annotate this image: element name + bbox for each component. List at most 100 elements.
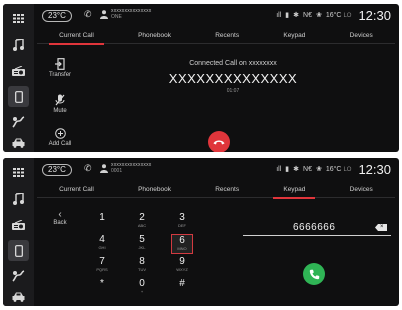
bluetooth-icon: ✱ — [293, 12, 300, 19]
back-arrow-icon: ‹ — [58, 209, 62, 220]
key-3[interactable]: 3 DEF — [171, 212, 193, 232]
signal-icon: ıll — [276, 165, 282, 173]
status-bar: 23°C ✆ xxxxxxxxxxxxxxx 0001 ıll ▮ ✱ N€ ❀… — [34, 158, 399, 182]
outside-temperature[interactable]: 23°C — [42, 164, 72, 176]
key-letters: WXYZ — [176, 267, 188, 272]
phone-icon[interactable] — [8, 240, 29, 261]
dialed-number-field[interactable]: 6666666 × — [243, 222, 391, 236]
radio-icon[interactable] — [8, 214, 29, 235]
key-star[interactable]: * — [91, 278, 113, 298]
status-bar: 23°C ✆ xxxxxxxxxxxxxxx ONE ıll ▮ ✱ N€ ❀ … — [34, 4, 399, 28]
key-digit: 4 — [99, 234, 105, 245]
call-timer: 01:07 — [226, 88, 240, 94]
navigation-icon[interactable] — [8, 111, 29, 132]
transfer-icon — [55, 58, 65, 70]
bluetooth-phone-icon: ✆ — [84, 163, 92, 173]
key-digit: 2 — [139, 212, 145, 223]
phone-tabs: Current Call Phonebook Recents Keypad De… — [37, 184, 395, 199]
music-icon[interactable] — [8, 34, 29, 55]
current-call-screen: 23°C ✆ xxxxxxxxxxxxxxx ONE ıll ▮ ✱ N€ ❀ … — [3, 4, 399, 152]
call-status: Connected Call on xxxxxxxx — [189, 60, 277, 67]
tab-recents[interactable]: Recents — [205, 30, 249, 43]
person-icon — [100, 10, 108, 19]
side-rail — [3, 4, 34, 152]
key-digit: 8 — [139, 256, 145, 267]
key-8[interactable]: 8 TUV — [131, 256, 153, 276]
key-digit: * — [100, 278, 104, 289]
end-call-button[interactable] — [208, 131, 230, 152]
key-letters: TUV — [138, 267, 146, 272]
key-digit: 5 — [139, 234, 145, 245]
right-temperature: 16°C LO — [325, 11, 352, 19]
key-0[interactable]: 0 + — [131, 278, 153, 298]
key-digit: 0 — [139, 278, 145, 289]
back-button[interactable]: ‹ Back — [49, 209, 71, 227]
tab-current-call[interactable]: Current Call — [49, 30, 104, 45]
key-digit: # — [179, 278, 185, 289]
key-7[interactable]: 7 PQRS — [91, 256, 113, 276]
bluetooth-icon: ✱ — [293, 166, 300, 173]
key-digit: 6 — [179, 235, 185, 246]
tab-devices[interactable]: Devices — [340, 184, 383, 197]
car-icon[interactable] — [8, 286, 29, 306]
status-right: ıll ▮ ✱ N€ ❀ 16°C LO 12:30 — [276, 161, 391, 177]
apps-grid-icon[interactable] — [8, 8, 29, 29]
signal-icon: ıll — [276, 11, 282, 19]
add-call-button[interactable]: Add Call — [43, 128, 77, 147]
network-label: N€ — [303, 11, 312, 19]
key-letters: DEF — [178, 223, 186, 228]
key-letters: GHI — [98, 245, 106, 250]
tab-recents[interactable]: Recents — [205, 184, 249, 197]
mute-label: Mute — [53, 108, 67, 114]
key-hash[interactable]: # — [171, 278, 193, 298]
tab-keypad[interactable]: Keypad — [273, 30, 315, 43]
transfer-button[interactable]: Transfer — [43, 58, 77, 78]
key-digit: 3 — [179, 212, 185, 223]
key-9[interactable]: 9 WXYZ — [171, 256, 193, 276]
apps-grid-icon[interactable] — [8, 162, 29, 183]
key-digit: 1 — [99, 212, 105, 223]
call-button[interactable] — [303, 263, 325, 285]
tab-keypad[interactable]: Keypad — [273, 184, 316, 199]
key-letters: JKL — [138, 245, 146, 250]
key-5[interactable]: 5 JKL — [131, 234, 153, 254]
key-4[interactable]: 4 GHI — [91, 234, 113, 254]
dialed-number: 6666666 — [293, 222, 336, 233]
phone-status-icon: ▮ — [285, 166, 290, 173]
key-digit: 7 — [99, 256, 105, 267]
car-icon[interactable] — [8, 132, 29, 152]
climate-icon: ❀ — [315, 166, 322, 173]
device-sub: ONE — [111, 14, 122, 20]
key-letters: ABC — [137, 223, 147, 228]
mute-button[interactable]: Mute — [43, 94, 77, 114]
music-icon[interactable] — [8, 188, 29, 209]
outside-temperature[interactable]: 23°C — [42, 10, 72, 22]
hang-up-icon — [213, 140, 225, 145]
radio-icon[interactable] — [8, 60, 29, 81]
phone-icon[interactable] — [8, 86, 29, 107]
phone-status-icon: ▮ — [285, 12, 290, 19]
tab-phonebook[interactable]: Phonebook — [128, 184, 181, 197]
clock: 12:30 — [358, 7, 391, 23]
key-2[interactable]: 2 ABC — [131, 212, 153, 232]
key-1[interactable]: 1 — [91, 212, 113, 232]
mute-icon — [55, 94, 65, 106]
key-letters: PQRS — [96, 267, 108, 272]
clock: 12:30 — [358, 161, 391, 177]
person-icon — [100, 164, 108, 173]
device-sub: 0001 — [111, 168, 123, 174]
climate-icon: ❀ — [315, 12, 322, 19]
key-letters: + — [140, 289, 144, 294]
navigation-icon[interactable] — [8, 265, 29, 286]
back-label: Back — [53, 220, 67, 226]
add-icon — [54, 128, 66, 139]
backspace-icon[interactable]: × — [375, 224, 387, 231]
tab-current-call[interactable]: Current Call — [49, 184, 104, 197]
key-6[interactable]: 6 MNO — [171, 234, 193, 254]
right-temperature: 16°C LO — [325, 165, 352, 173]
tab-phonebook[interactable]: Phonebook — [128, 30, 181, 43]
tab-devices[interactable]: Devices — [340, 30, 383, 43]
network-label: N€ — [303, 165, 312, 173]
key-letters: MNO — [177, 246, 187, 251]
status-right: ıll ▮ ✱ N€ ❀ 16°C LO 12:30 — [276, 7, 391, 23]
